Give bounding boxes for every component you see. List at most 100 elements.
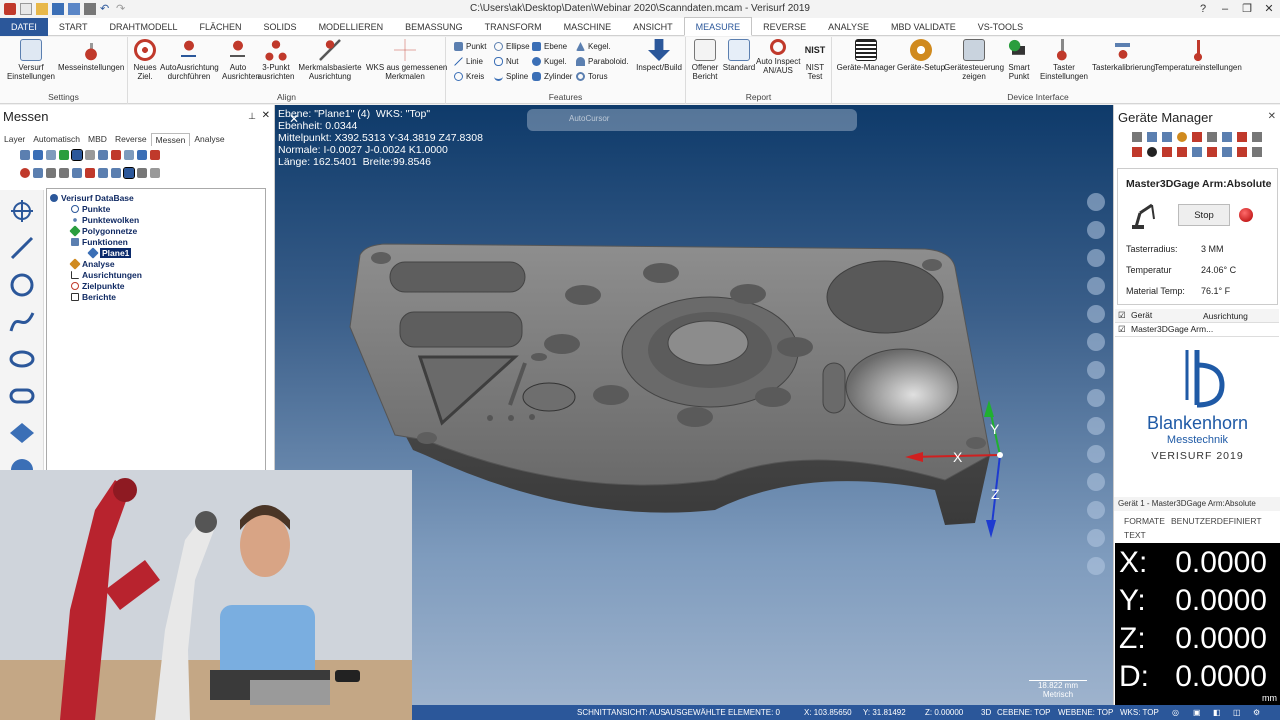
checkbox-icon[interactable]: ☑ Gerät [1115,310,1200,321]
feature-zylinder[interactable]: Zylinder [532,72,572,81]
measure-plane-icon[interactable] [9,420,35,446]
tab-ansicht[interactable]: ANSICHT [622,18,684,36]
tool-icon[interactable] [110,150,121,160]
viewport-close-icon[interactable]: ✕ [289,112,299,126]
tool-icon[interactable] [1237,132,1247,142]
nist-test-button[interactable]: NIST NIST Test [800,39,830,81]
tool-icon[interactable] [1222,132,1232,142]
tab-flaechen[interactable]: FLÄCHEN [189,18,253,36]
tab-start[interactable]: START [48,18,99,36]
tab-benutzerdefiniert[interactable]: BENUTZERDEFINIERT [1171,516,1262,526]
pin-icon[interactable]: ⊥ [248,111,256,122]
autocursor-bar[interactable]: AutoCursor [527,109,857,131]
tool-icon[interactable] [1162,132,1172,142]
tree-item-polygonnetze[interactable]: Polygonnetze [69,225,137,237]
verisurf-settings-button[interactable]: Versurf Einstellungen [4,39,58,81]
tool-icon[interactable] [97,168,108,178]
tool-icon[interactable] [58,150,69,160]
tab-analyse-panel[interactable]: Analyse [190,133,228,146]
feature-ebene[interactable]: Ebene [532,42,567,51]
help-icon[interactable]: ? [1192,0,1214,18]
tool-icon[interactable] [1207,132,1217,142]
tool-icon[interactable] [136,150,147,160]
tool-icon[interactable] [84,168,95,178]
rotate-icon[interactable] [1087,277,1105,295]
tree-item-punktewolken[interactable]: Punktewolken [71,215,139,225]
minimize-button[interactable]: – [1214,0,1236,18]
tree-item-punkte[interactable]: Punkte [71,204,110,214]
tool-icon[interactable] [1147,132,1157,142]
tab-mbd-validate[interactable]: MBD VALIDATE [880,18,967,36]
maximize-button[interactable]: ❐ [1236,0,1258,18]
feature-align-button[interactable]: Merkmalsbasierte Ausrichtung [298,39,362,81]
section-icon[interactable] [1087,473,1105,491]
tool-icon[interactable] [1207,147,1217,157]
tab-automatisch[interactable]: Automatisch [29,133,84,146]
view-mode-3d[interactable]: 3D [981,705,991,720]
tool-icon[interactable] [1192,147,1202,157]
probe-icon[interactable] [1192,132,1202,142]
tool-icon[interactable] [1132,147,1142,157]
selected-elements-status[interactable]: AUSGEWÄHLTE ELEMENTE: 0 [665,705,780,720]
tool-icon[interactable] [1222,147,1232,157]
tab-formate[interactable]: FORMATE [1124,516,1165,526]
feature-kegel[interactable]: Kegel. [576,42,611,51]
layer-icon[interactable] [1087,501,1105,519]
inspect-build-button[interactable]: Inspect/Build [634,39,684,72]
tool-icon[interactable] [110,168,121,178]
tab-layer[interactable]: Layer [0,133,29,146]
tab-analyse[interactable]: ANALYSE [817,18,880,36]
tool-icon[interactable] [136,168,147,178]
wireframe-mode-icon[interactable]: ◫ [1233,705,1241,720]
zoom-out-icon[interactable] [1087,221,1105,239]
tab-reverse[interactable]: REVERSE [752,18,817,36]
view-front-icon[interactable] [1087,333,1105,351]
close-button[interactable]: ✕ [1258,0,1280,18]
table-row[interactable]: ☑ Master3DGage Arm... [1115,323,1279,337]
temperature-settings-button[interactable]: Temperatureinstellungen [1154,39,1242,72]
tab-modellieren[interactable]: MODELLIEREN [308,18,395,36]
view-iso-icon[interactable] [1087,389,1105,407]
panel-close-icon[interactable]: ✕ [262,110,270,121]
tool-icon[interactable] [84,150,95,160]
tree-root[interactable]: Verisurf DataBase [50,193,134,203]
standard-report-button[interactable]: Standard [722,39,756,72]
feature-ellipse[interactable]: Ellipse [494,42,530,51]
shade-mode-icon[interactable]: ◧ [1213,705,1221,720]
checkbox-icon[interactable]: ☑ Master3DGage Arm... [1115,324,1213,335]
feature-kreis[interactable]: Kreis [454,72,484,81]
tree-item-plane1[interactable]: Plane1 [87,247,132,259]
cube-icon[interactable]: ▣ [1193,705,1201,720]
measure-point-icon[interactable] [9,198,35,224]
auto-inspect-toggle[interactable]: Auto Inspect AN/AUS [756,39,800,75]
tool-icon[interactable] [1147,147,1157,157]
wcs-status[interactable]: WKS: TOP [1120,705,1159,720]
tab-maschine[interactable]: MASCHINE [553,18,623,36]
auto-align-run-button[interactable]: AutoAusrichtung durchführen [160,39,219,81]
feature-torus[interactable]: Torus [576,72,608,81]
section-view-status[interactable]: SCHNITTANSICHT: AUS [577,705,666,720]
tplane-status[interactable]: WEBENE: TOP [1058,705,1113,720]
measure-settings-button[interactable]: Messeinstellungen [58,39,124,72]
feature-paraboloid[interactable]: Paraboloid. [576,57,628,66]
tool-icon[interactable] [1162,147,1172,157]
select-icon[interactable] [1087,529,1105,547]
tree-item-ausrichtungen[interactable]: Ausrichtungen [71,270,142,280]
auto-align-button[interactable]: Auto Ausrichten [222,39,260,81]
tab-messen[interactable]: Messen [150,133,191,146]
tree-item-analyse[interactable]: Analyse [69,258,115,270]
measure-slot-icon[interactable] [9,383,35,409]
tab-solids[interactable]: SOLIDS [253,18,308,36]
feature-nut[interactable]: Nut [494,57,518,66]
three-point-align-button[interactable]: 3-Punkt ausrichten [256,39,296,81]
tool-icon[interactable] [19,150,30,160]
tree-item-zielpunkte[interactable]: Zielpunkte [71,281,125,291]
feature-kugel[interactable]: Kugel. [532,57,567,66]
measure-ellipse-icon[interactable] [9,346,35,372]
globe-icon[interactable]: ◎ [1172,705,1179,720]
tool-icon[interactable] [122,167,135,179]
device-setup-button[interactable]: Geräte-Setup [896,39,946,72]
smart-point-button[interactable]: Smart Punkt [1004,39,1034,81]
zoom-in-icon[interactable] [1087,193,1105,211]
settings-status-icon[interactable]: ⚙ [1253,705,1260,720]
